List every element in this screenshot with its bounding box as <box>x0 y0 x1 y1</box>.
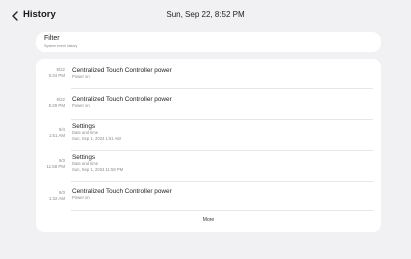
top-bar: History Sun, Sep 22, 8:52 PM <box>0 0 411 34</box>
history-item-detail-2: Sun, Sep 1, 2024 1:51 AM <box>72 136 121 141</box>
history-item-title: Centralized Touch Controller power <box>72 67 172 74</box>
history-item-detail: Power on <box>72 195 90 200</box>
filter-title: Filter <box>44 35 60 42</box>
history-item-detail: Date and time <box>72 161 99 166</box>
filter-subtitle: System event history <box>44 44 78 48</box>
history-item-detail: Power on <box>72 74 90 79</box>
history-item-time: 5:29 PM <box>48 103 65 108</box>
history-item-time: 1:32 AM <box>48 196 65 201</box>
history-item-time: 11:58 PM <box>46 164 65 169</box>
history-item-date: 9/22 <box>56 97 65 102</box>
history-item[interactable]: 9/3 11:58 PM Settings Date and time Sun,… <box>36 151 381 181</box>
history-item-time: 1:51 AM <box>48 133 65 138</box>
history-item-time: 5:34 PM <box>48 73 65 78</box>
history-item-detail-2: Sun, Sep 1, 2024 11:58 PM <box>72 167 124 172</box>
history-item-date: 9/22 <box>56 67 65 72</box>
history-item-date: 9/3 <box>58 190 65 195</box>
history-item[interactable]: 9/4 1:51 AM Settings Date and time Sun, … <box>36 120 381 150</box>
filter-button[interactable]: Filter System event history <box>36 32 381 52</box>
history-item-title: Settings <box>72 154 96 161</box>
more-button[interactable]: More <box>36 213 381 227</box>
history-item-detail: Power on <box>72 103 90 108</box>
history-item-detail: Date and time <box>72 130 99 135</box>
datetime-display: Sun, Sep 22, 8:52 PM <box>166 10 245 19</box>
history-item-title: Centralized Touch Controller power <box>72 188 172 195</box>
history-item-date: 9/3 <box>58 158 65 163</box>
history-item[interactable]: 9/3 1:32 AM Centralized Touch Controller… <box>36 182 381 210</box>
history-item[interactable]: 9/22 5:34 PM Centralized Touch Controlle… <box>36 59 381 88</box>
history-item-title: Centralized Touch Controller power <box>72 96 172 103</box>
divider <box>71 210 373 211</box>
history-item-title: Settings <box>72 123 96 130</box>
history-item-date: 9/4 <box>58 127 65 132</box>
history-list: 9/22 5:34 PM Centralized Touch Controlle… <box>36 59 381 232</box>
history-item[interactable]: 9/22 5:29 PM Centralized Touch Controlle… <box>36 89 381 118</box>
